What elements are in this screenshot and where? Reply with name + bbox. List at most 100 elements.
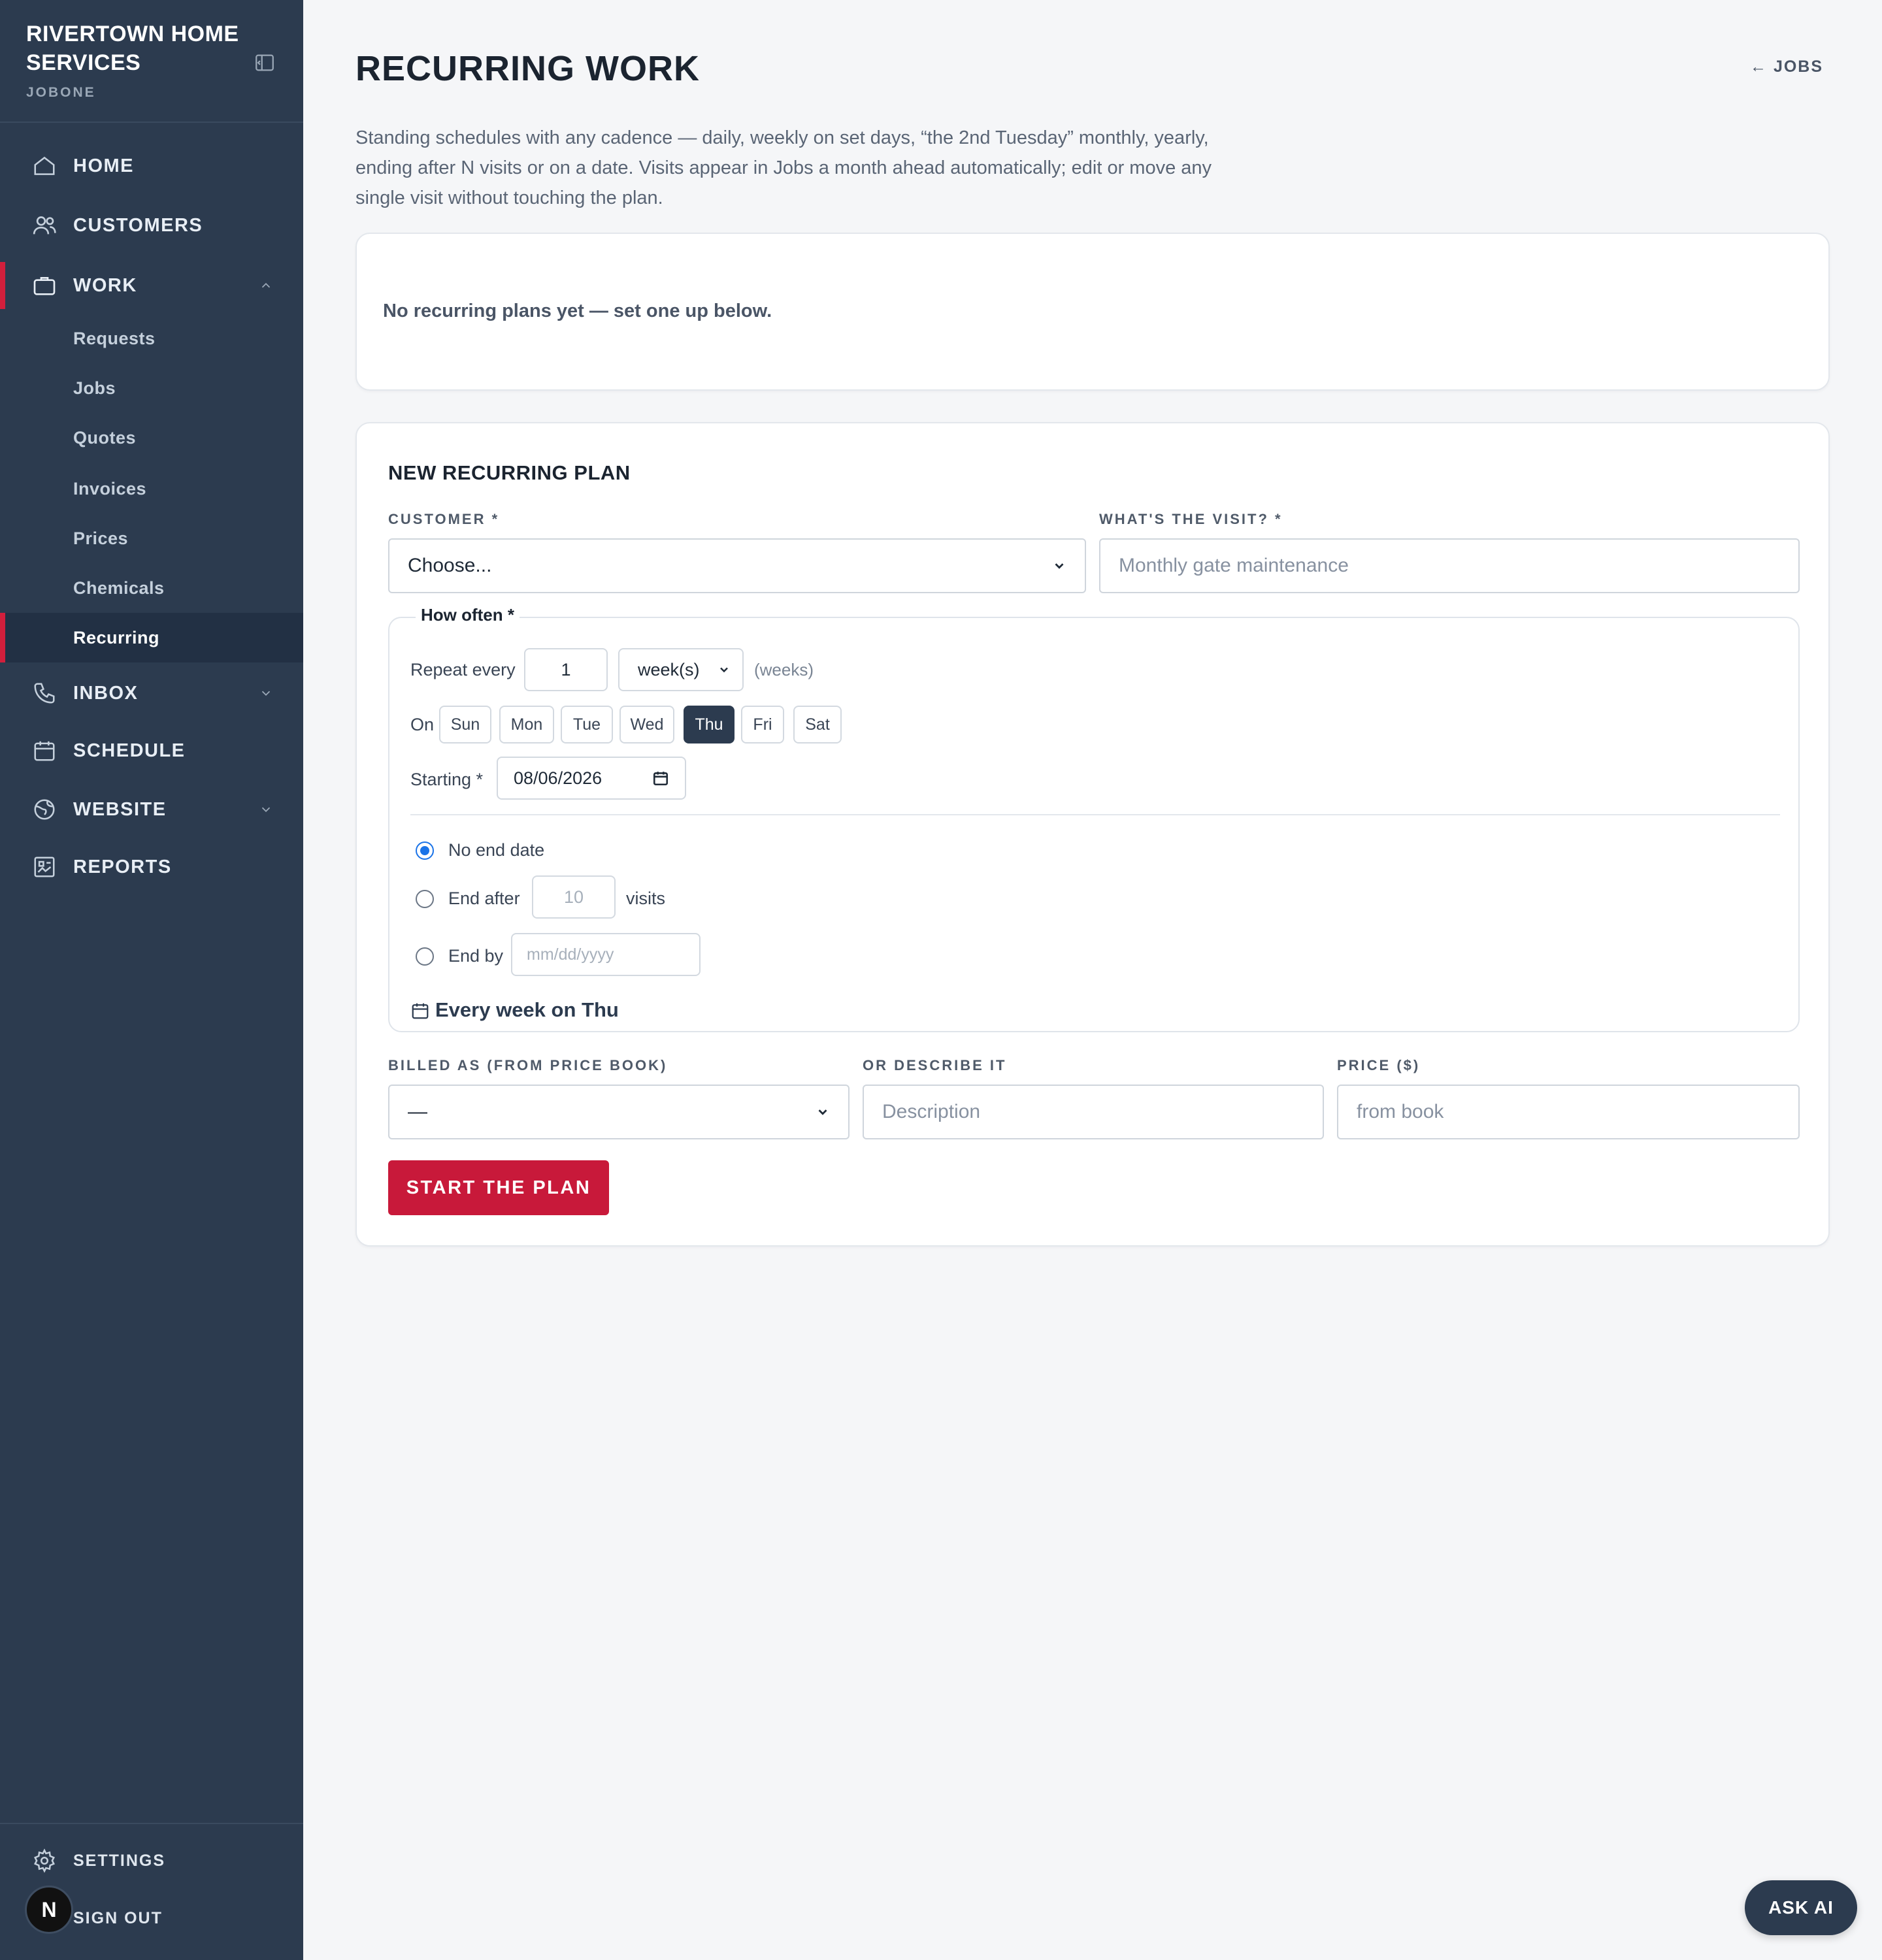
nav-settings-label: SETTINGS: [73, 1851, 166, 1870]
end-after-label: End after: [448, 889, 520, 908]
nav-website-label: WEBSITE: [73, 798, 167, 820]
schedule-summary: Every week on Thu: [435, 998, 619, 1021]
sidebar-item-label: Invoices: [73, 478, 147, 498]
chevron-down-icon: [718, 663, 731, 676]
recurring-plans-list: No recurring plans yet — set one up belo…: [355, 233, 1830, 391]
footer-divider: [0, 1823, 303, 1824]
billed-as-value: —: [408, 1101, 427, 1122]
home-icon: [30, 152, 59, 180]
visits-label: visits: [626, 889, 665, 908]
sidebar: RIVERTOWN HOME SERVICES JOBONE HOME CUST…: [0, 0, 303, 1960]
fieldset-divider: [410, 814, 1780, 815]
customer-select[interactable]: Choose...: [388, 538, 1086, 593]
nav-settings[interactable]: SETTINGS: [0, 1841, 303, 1880]
nav-work[interactable]: WORK: [0, 262, 303, 309]
repeat-unit-select[interactable]: week(s): [618, 648, 744, 691]
nav-inbox-label: INBOX: [73, 682, 139, 704]
nav-website[interactable]: WEBSITE: [0, 786, 303, 833]
brand: RIVERTOWN HOME SERVICES JOBONE: [26, 20, 248, 101]
on-days-label: On: [410, 715, 435, 734]
nav-inbox[interactable]: INBOX: [0, 670, 303, 717]
nav-customers[interactable]: CUSTOMERS: [0, 202, 303, 249]
customer-label: CUSTOMER *: [388, 511, 500, 527]
nav-home[interactable]: HOME: [0, 142, 303, 189]
repeat-unit-value: week(s): [638, 659, 700, 679]
sidebar-item-prices[interactable]: Prices: [0, 514, 303, 563]
sidebar-item-chemicals[interactable]: Chemicals: [0, 563, 303, 613]
start-plan-button[interactable]: START THE PLAN: [388, 1160, 609, 1215]
sidebar-item-invoices[interactable]: Invoices: [0, 464, 303, 514]
sidebar-item-requests[interactable]: Requests: [0, 314, 303, 363]
day-toggle-sat[interactable]: Sat: [793, 706, 842, 743]
billed-as-select[interactable]: —: [388, 1085, 850, 1139]
phone-icon: [30, 679, 59, 708]
price-placeholder: from book: [1357, 1101, 1444, 1122]
day-toggle-wed[interactable]: Wed: [619, 706, 674, 743]
brand-divider: [0, 122, 303, 123]
end-by-date-input[interactable]: mm/dd/yyyy: [511, 933, 701, 976]
price-label: PRICE ($): [1337, 1057, 1421, 1073]
repeat-unit-hint: (weeks): [754, 660, 814, 679]
nav-sign-out-label: SIGN OUT: [73, 1908, 163, 1927]
sidebar-item-quotes[interactable]: Quotes: [0, 413, 303, 463]
customer-select-value: Choose...: [408, 555, 492, 576]
sidebar-item-label: Requests: [73, 328, 156, 348]
end-after-count-input[interactable]: 10: [532, 875, 616, 919]
nav-reports[interactable]: REPORTS: [0, 843, 303, 890]
chevron-down-icon: [1052, 559, 1066, 573]
sidebar-collapse-icon[interactable]: [252, 50, 278, 76]
chevron-down-icon: [257, 685, 274, 702]
reports-icon: [30, 853, 59, 881]
day-toggle-tue[interactable]: Tue: [561, 706, 613, 743]
nav-reports-label: REPORTS: [73, 856, 172, 877]
description-input[interactable]: Description: [863, 1085, 1324, 1139]
repeat-interval-input[interactable]: 1: [524, 648, 608, 691]
new-plan-form: NEW RECURRING PLAN CUSTOMER * Choose... …: [355, 422, 1830, 1247]
day-toggle-mon[interactable]: Mon: [499, 706, 554, 743]
chevron-down-icon: [257, 801, 274, 818]
sidebar-item-jobs[interactable]: Jobs: [0, 363, 303, 413]
chevron-up-icon: [257, 277, 274, 294]
nav-sign-out[interactable]: SIGN OUT: [0, 1899, 303, 1938]
end-by-radio[interactable]: [416, 947, 434, 966]
how-often-legend: How often *: [416, 605, 520, 625]
day-toggle-sun[interactable]: Sun: [439, 706, 491, 743]
empty-state: No recurring plans yet — set one up belo…: [383, 301, 772, 321]
describe-label: OR DESCRIBE IT: [863, 1057, 1007, 1073]
day-toggle-fri[interactable]: Fri: [741, 706, 784, 743]
ask-ai-button[interactable]: ASK AI: [1745, 1880, 1857, 1935]
start-date-value: 08/06/2026: [514, 768, 603, 788]
nav-home-label: HOME: [73, 155, 134, 176]
page-title: RECURRING WORK: [355, 49, 700, 88]
day-toggle-thu[interactable]: Thu: [684, 706, 735, 743]
no-end-date-label: No end date: [448, 840, 545, 860]
description-placeholder: Description: [882, 1101, 981, 1122]
brand-subtitle: JOBONE: [26, 85, 96, 100]
sidebar-item-label: Chemicals: [73, 578, 165, 598]
back-to-jobs-link[interactable]: ← JOBS: [1750, 57, 1823, 76]
visit-input[interactable]: Monthly gate maintenance: [1099, 538, 1800, 593]
sidebar-item-label: Recurring: [73, 627, 160, 647]
users-icon: [30, 211, 59, 240]
billed-as-label: BILLED AS (FROM PRICE BOOK): [388, 1057, 668, 1073]
sidebar-item-label: Jobs: [73, 378, 116, 398]
end-after-radio[interactable]: [416, 890, 434, 908]
starting-label: Starting *: [410, 770, 484, 789]
sidebar-item-label: Prices: [73, 528, 129, 548]
nav-customers-label: CUSTOMERS: [73, 214, 203, 236]
calendar-icon: [652, 770, 669, 787]
end-by-label: End by: [448, 946, 504, 966]
visit-label: WHAT'S THE VISIT? *: [1099, 511, 1283, 527]
sidebar-item-recurring[interactable]: Recurring: [0, 613, 303, 662]
sidebar-item-label: Quotes: [73, 427, 137, 448]
no-end-date-radio[interactable]: [416, 841, 434, 860]
calendar-icon: [30, 736, 59, 765]
start-date-input[interactable]: 08/06/2026: [497, 757, 686, 800]
form-title: NEW RECURRING PLAN: [388, 461, 631, 484]
globe-icon: [30, 795, 59, 824]
nav-schedule[interactable]: SCHEDULE: [0, 727, 303, 774]
nav-schedule-label: SCHEDULE: [73, 740, 186, 761]
chevron-down-icon: [816, 1105, 830, 1119]
price-input[interactable]: from book: [1337, 1085, 1800, 1139]
visit-input-placeholder: Monthly gate maintenance: [1119, 555, 1349, 576]
